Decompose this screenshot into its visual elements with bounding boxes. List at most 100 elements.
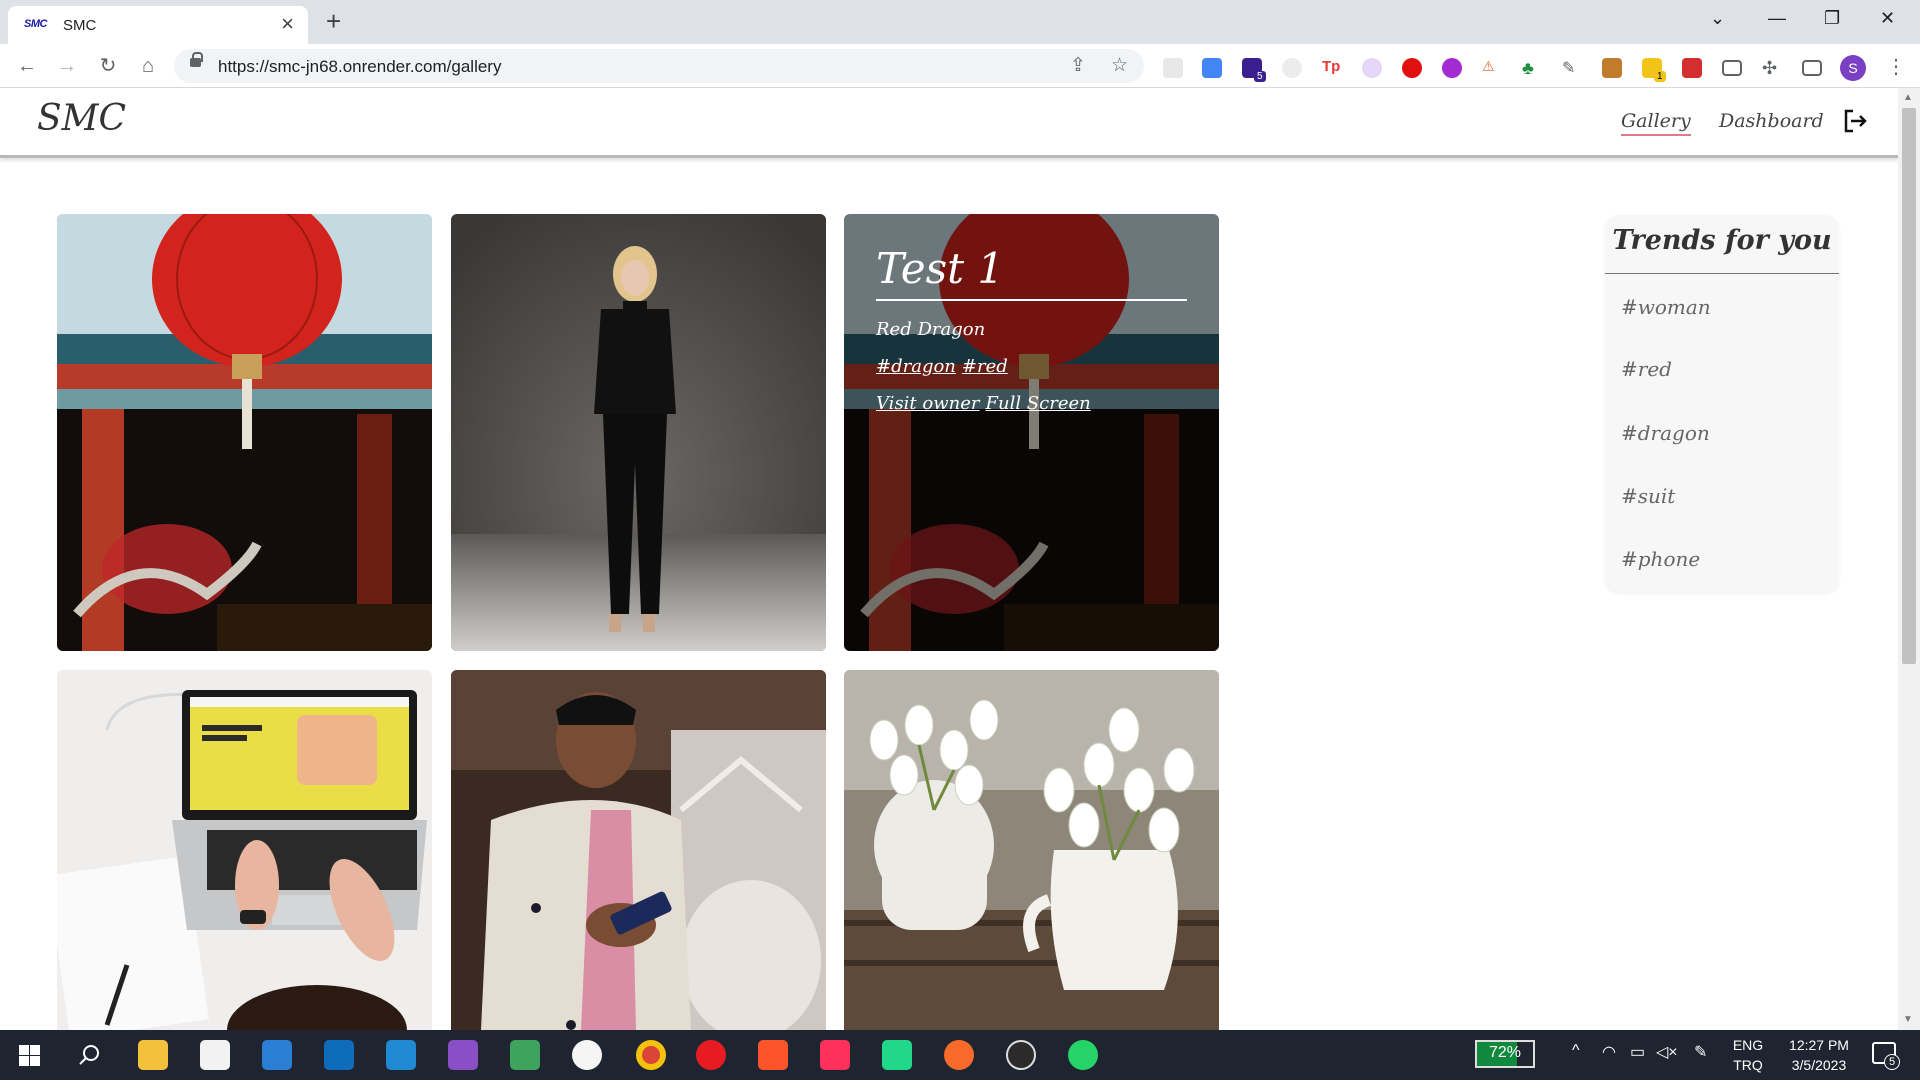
notification-count-badge: 5 <box>1884 1054 1900 1070</box>
microsoft-store-icon[interactable] <box>200 1040 230 1070</box>
vscode-icon[interactable] <box>386 1040 416 1070</box>
extension-blank-icon[interactable] <box>1163 58 1183 78</box>
brave-icon[interactable] <box>758 1040 788 1070</box>
picture-in-picture-icon[interactable] <box>1722 60 1742 76</box>
battery-percentage: 72% <box>1488 1044 1522 1061</box>
battery-indicator[interactable]: 72% <box>1475 1040 1535 1068</box>
eyedropper-icon[interactable]: ✎ <box>1562 58 1582 78</box>
gallery-card-hovered[interactable]: Test 1 Red Dragon #dragon #red Visit owne… <box>844 214 1219 651</box>
address-bar[interactable]: https://smc-jn68.onrender.com/gallery ⇪ … <box>174 49 1144 83</box>
more-menu-icon[interactable]: ⋮ <box>1886 54 1906 79</box>
visual-studio-icon[interactable] <box>448 1040 478 1070</box>
show-hidden-icons-icon[interactable]: ^ <box>1572 1042 1580 1060</box>
bookmark-star-icon[interactable]: ☆ <box>1111 54 1128 77</box>
nav-gallery-link[interactable]: Gallery <box>1621 110 1691 136</box>
file-explorer-icon[interactable] <box>138 1040 168 1070</box>
back-icon[interactable]: ← <box>13 52 41 80</box>
tab-favicon: SMC <box>24 18 47 30</box>
gallery-card[interactable] <box>57 670 432 1030</box>
scrollbar-thumb[interactable] <box>1902 108 1916 664</box>
site-logo[interactable]: SMC <box>37 98 126 139</box>
gallery-card[interactable] <box>57 214 432 651</box>
share-icon[interactable]: ⇪ <box>1070 54 1086 77</box>
trend-item[interactable]: #red <box>1621 357 1672 381</box>
windows-taskbar: 72% ^ ◠ ▭ ◁× ✎ ENG TRQ 12:27 PM 3/5/2023… <box>0 1030 1920 1080</box>
reload-icon[interactable]: ↻ <box>94 52 122 80</box>
woman-in-suit-photo <box>451 214 826 651</box>
gallery-card[interactable] <box>844 670 1219 1030</box>
full-screen-link[interactable]: Full Screen <box>985 393 1090 414</box>
restore-icon[interactable]: ❐ <box>1824 8 1840 28</box>
mongodb-compass-icon[interactable] <box>572 1040 602 1070</box>
browser-tab[interactable]: SMC SMC × <box>8 6 308 44</box>
chrome-icon[interactable] <box>636 1040 666 1070</box>
trend-item[interactable]: #woman <box>1621 295 1711 319</box>
lantern-photo <box>57 214 432 651</box>
outlook-icon[interactable] <box>324 1040 354 1070</box>
postman-icon[interactable] <box>944 1040 974 1070</box>
tag-link[interactable]: #red <box>962 356 1008 377</box>
purple-extension-icon[interactable] <box>1442 58 1462 78</box>
forward-icon[interactable]: → <box>53 52 81 80</box>
browser-tab-strip: SMC SMC × + ⌄ — ❐ ✕ <box>0 0 1920 44</box>
play-extension-icon[interactable] <box>1362 58 1382 78</box>
battery-icon[interactable]: ▭ <box>1630 1042 1645 1062</box>
google-translate-icon[interactable] <box>1202 58 1222 78</box>
whatsapp-icon[interactable] <box>1068 1040 1098 1070</box>
site-header: SMC Gallery Dashboard <box>0 88 1898 158</box>
profile-avatar[interactable]: S <box>1840 55 1866 81</box>
tp-extension-icon[interactable]: Tp <box>1322 58 1342 78</box>
tab-search-icon[interactable]: ⌄ <box>1710 8 1725 28</box>
intellij-icon[interactable] <box>820 1040 850 1070</box>
nav-dashboard-link[interactable]: Dashboard <box>1719 110 1824 132</box>
mail-icon[interactable] <box>262 1040 292 1070</box>
obs-icon[interactable] <box>1006 1040 1036 1070</box>
git-tool-icon[interactable] <box>510 1040 540 1070</box>
side-panel-icon[interactable] <box>1802 60 1822 76</box>
gallery-card[interactable] <box>451 670 826 1030</box>
orange-extension-icon[interactable]: ⚠ <box>1482 58 1502 78</box>
gallery-card[interactable] <box>451 214 826 651</box>
laptop-photo <box>57 670 432 1030</box>
browser-toolbar: ← → ↻ ⌂ https://smc-jn68.onrender.com/ga… <box>0 44 1920 88</box>
logout-icon[interactable] <box>1842 108 1868 134</box>
url-text[interactable]: https://smc-jn68.onrender.com/gallery <box>218 57 501 77</box>
trend-item[interactable]: #phone <box>1621 547 1700 571</box>
close-window-icon[interactable]: ✕ <box>1880 8 1895 28</box>
extension-circle-icon[interactable] <box>1282 58 1302 78</box>
language-code[interactable]: ENG <box>1728 1037 1768 1053</box>
minimize-icon[interactable]: — <box>1768 8 1786 28</box>
card-actions: Visit owner Full Screen <box>876 393 1187 414</box>
extensions-puzzle-icon[interactable]: ✣ <box>1762 58 1782 78</box>
new-tab-button[interactable]: + <box>326 6 341 36</box>
scroll-up-arrow-icon[interactable]: ▲ <box>1903 92 1913 103</box>
brown-extension-icon[interactable] <box>1602 58 1622 78</box>
clock-date[interactable]: 3/5/2023 <box>1774 1057 1864 1073</box>
block-extension-icon[interactable] <box>1402 58 1422 78</box>
tag-link[interactable]: #dragon <box>876 356 956 377</box>
man-with-phone-photo <box>451 670 826 1030</box>
wifi-icon[interactable]: ◠ <box>1602 1042 1616 1062</box>
visit-owner-link[interactable]: Visit owner <box>876 393 979 414</box>
clock-time[interactable]: 12:27 PM <box>1774 1037 1864 1053</box>
pen-icon[interactable]: ✎ <box>1694 1042 1707 1062</box>
pycharm-icon[interactable] <box>882 1040 912 1070</box>
trends-title: Trends for you <box>1612 225 1832 256</box>
card-tags: #dragon #red <box>876 356 1187 377</box>
close-tab-icon[interactable]: × <box>281 12 294 36</box>
card-info-overlay: Test 1 Red Dragon #dragon #red Visit owne… <box>844 214 1219 651</box>
search-icon[interactable] <box>78 1044 100 1066</box>
volume-muted-icon[interactable]: ◁× <box>1656 1042 1678 1062</box>
keyboard-layout[interactable]: TRQ <box>1728 1057 1768 1073</box>
scroll-down-arrow-icon[interactable]: ▼ <box>1903 1014 1913 1025</box>
red-extension-icon[interactable] <box>1682 58 1702 78</box>
trend-item[interactable]: #suit <box>1621 484 1675 508</box>
snowdrop-flowers-photo <box>844 670 1219 1030</box>
trend-item[interactable]: #dragon <box>1621 421 1710 445</box>
tab-title: SMC <box>63 17 97 34</box>
home-icon[interactable]: ⌂ <box>134 52 162 80</box>
opera-icon[interactable] <box>696 1040 726 1070</box>
card-title: Test 1 <box>876 244 1187 301</box>
tree-extension-icon[interactable]: ♣ <box>1522 58 1542 78</box>
windows-start-icon[interactable] <box>19 1045 40 1066</box>
